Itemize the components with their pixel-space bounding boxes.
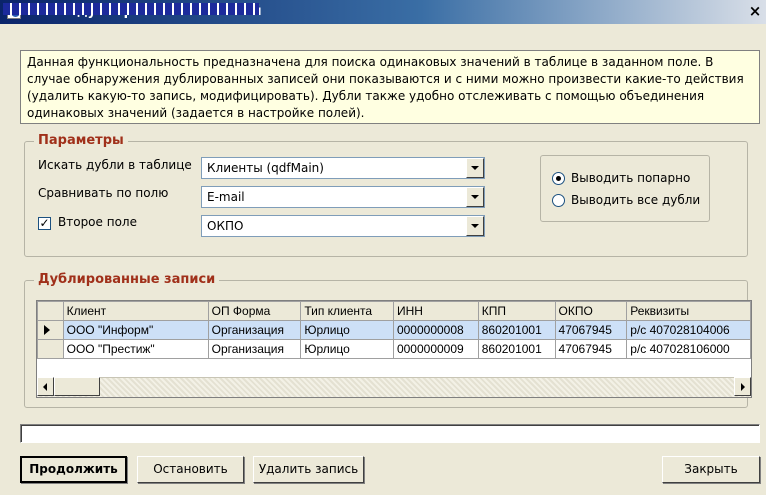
table-cell[interactable]: Организация — [207, 339, 302, 359]
table-cell[interactable]: 0000000008 — [392, 320, 479, 340]
table-cell[interactable]: 860201001 — [477, 339, 556, 359]
table-cell[interactable]: Организация — [207, 320, 302, 340]
chevron-down-icon[interactable] — [466, 187, 484, 207]
pairwise-radio[interactable] — [552, 172, 565, 185]
column-header[interactable]: Тип клиента — [300, 301, 394, 321]
info-text: Данная функциональность предназначена дл… — [20, 50, 760, 124]
duplicates-table: Клиент ОП Форма Тип клиента ИНН КПП ОКПО… — [37, 301, 751, 359]
all-duplicates-radio[interactable] — [552, 194, 565, 207]
second-field-combo-value: ОКПО — [207, 219, 244, 233]
progress-fill — [3, 3, 259, 15]
close-icon[interactable]: × — [746, 1, 764, 21]
field-combo[interactable]: E-mail — [201, 186, 485, 208]
table-cell[interactable]: ООО "Информ" — [62, 320, 209, 340]
all-duplicates-label: Выводить все дубли — [571, 193, 701, 207]
horizontal-scrollbar[interactable] — [37, 377, 751, 397]
second-field-combo[interactable]: ОКПО — [201, 215, 485, 237]
table-cell[interactable]: 47067945 — [554, 320, 628, 340]
table-cell[interactable]: Юрлицо — [300, 320, 394, 340]
delete-record-button[interactable]: Удалить запись — [253, 456, 364, 483]
column-header[interactable]: Реквизиты — [626, 301, 751, 321]
field-combo-value: E-mail — [207, 190, 245, 204]
table-cell[interactable]: р/с 407028104006 — [626, 320, 751, 340]
close-button[interactable]: Закрыть — [662, 456, 760, 483]
pairwise-label: Выводить попарно — [571, 171, 691, 185]
table-cell[interactable]: 860201001 — [477, 320, 556, 340]
column-header[interactable]: ИНН — [392, 301, 479, 321]
chevron-down-icon[interactable] — [466, 158, 484, 178]
row-indicator[interactable] — [37, 339, 64, 359]
table-row[interactable]: ООО "Информ" Организация Юрлицо 00000000… — [37, 320, 751, 340]
table-cell[interactable]: Юрлицо — [300, 339, 394, 359]
continue-button[interactable]: Продолжить — [20, 456, 127, 483]
row-indicator-header — [37, 301, 64, 321]
table-combo[interactable]: Клиенты (qdfMain) — [201, 157, 485, 179]
output-mode-group — [540, 155, 710, 222]
column-header[interactable]: Клиент — [62, 301, 209, 321]
column-header[interactable]: ОП Форма — [207, 301, 302, 321]
progress-bar — [20, 424, 760, 443]
table-cell[interactable]: 0000000009 — [392, 339, 479, 359]
current-row-arrow-icon — [44, 325, 50, 335]
scroll-right-icon[interactable] — [734, 377, 751, 396]
table-label: Искать дубли в таблице — [38, 158, 192, 172]
params-title: Параметры — [34, 133, 128, 149]
table-cell[interactable]: ООО "Престиж" — [62, 339, 209, 359]
table-cell[interactable]: р/с 407028106000 — [626, 339, 751, 359]
second-field-checkbox[interactable]: ✓ — [38, 217, 51, 230]
column-header[interactable]: КПП — [477, 301, 556, 321]
chevron-down-icon[interactable] — [466, 216, 484, 236]
stop-button[interactable]: Остановить — [137, 456, 244, 483]
table-cell[interactable]: 47067945 — [554, 339, 628, 359]
field-label: Сравнивать по полю — [38, 186, 169, 200]
column-header[interactable]: ОКПО — [554, 301, 628, 321]
scroll-thumb[interactable] — [54, 377, 100, 396]
table-combo-value: Клиенты (qdfMain) — [207, 161, 324, 175]
duplicates-title: Дублированные записи — [34, 272, 220, 288]
second-field-label: Второе поле — [58, 215, 137, 229]
scroll-left-icon[interactable] — [37, 377, 54, 396]
table-header-row: Клиент ОП Форма Тип клиента ИНН КПП ОКПО… — [37, 301, 751, 321]
table-row[interactable]: ООО "Престиж" Организация Юрлицо 0000000… — [37, 339, 751, 359]
row-indicator[interactable] — [37, 320, 64, 340]
